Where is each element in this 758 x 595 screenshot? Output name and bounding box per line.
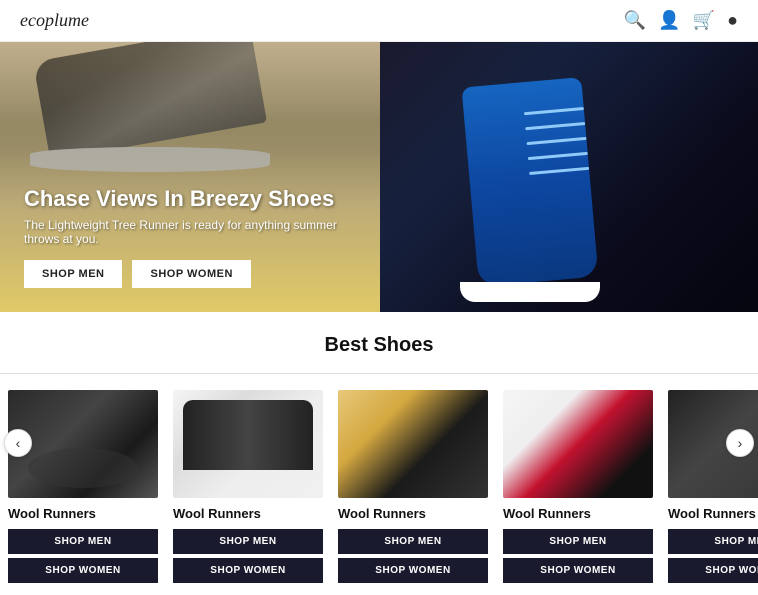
- blue-shoe-sole: [460, 282, 600, 302]
- header: ecoplume 🔍 👤 🛒 ●: [0, 0, 758, 42]
- product-card-3: Wool Runners SHOP MEN SHOP WOMEN: [330, 390, 495, 595]
- product-image-2: [173, 390, 323, 498]
- lace-5: [529, 167, 589, 175]
- menu-icon[interactable]: ●: [727, 10, 738, 31]
- product-4-shop-men-button[interactable]: SHOP MEN: [503, 529, 653, 554]
- product-name-2: Wool Runners: [173, 506, 322, 521]
- products-section: ‹ Wool Runners SHOP MEN SHOP WOMEN Wool …: [0, 374, 758, 595]
- product-card-4: Wool Runners SHOP MEN SHOP WOMEN: [495, 390, 660, 595]
- header-icons: 🔍 👤 🛒 ●: [624, 10, 738, 31]
- product-name-3: Wool Runners: [338, 506, 487, 521]
- product-name-1: Wool Runners: [8, 506, 157, 521]
- lace-1: [524, 107, 584, 115]
- lace-3: [527, 137, 587, 145]
- hero-right: [380, 42, 758, 312]
- section-title: Best Shoes: [0, 334, 758, 357]
- hero-right-shoe: [440, 62, 640, 312]
- carousel-prev-button[interactable]: ‹: [4, 429, 32, 457]
- logo: ecoplume: [20, 10, 89, 31]
- lace-4: [528, 152, 588, 160]
- product-2-shop-men-button[interactable]: SHOP MEN: [173, 529, 323, 554]
- product-card-2: Wool Runners SHOP MEN SHOP WOMEN: [165, 390, 330, 595]
- product-image-3: [338, 390, 488, 498]
- hero-title: Chase Views In Breezy Shoes: [24, 186, 356, 212]
- product-1-shop-men-button[interactable]: SHOP MEN: [8, 529, 158, 554]
- hero-section: Chase Views In Breezy Shoes The Lightwei…: [0, 42, 758, 312]
- shoe-visual-3: [338, 390, 488, 498]
- cart-icon[interactable]: 🛒: [693, 10, 715, 31]
- blue-shoe-body: [462, 77, 599, 287]
- lace-2: [525, 122, 585, 130]
- hero-left: Chase Views In Breezy Shoes The Lightwei…: [0, 42, 380, 312]
- product-card-1: Wool Runners SHOP MEN SHOP WOMEN: [0, 390, 165, 595]
- section-title-wrap: Best Shoes: [0, 312, 758, 374]
- product-image-4: [503, 390, 653, 498]
- shoe-visual-4: [503, 390, 653, 498]
- hero-subtitle: The Lightweight Tree Runner is ready for…: [24, 218, 356, 246]
- search-icon[interactable]: 🔍: [624, 10, 646, 31]
- carousel-next-button[interactable]: ›: [726, 429, 754, 457]
- product-3-shop-men-button[interactable]: SHOP MEN: [338, 529, 488, 554]
- user-icon[interactable]: 👤: [658, 10, 680, 31]
- shoe-laces: [524, 107, 594, 232]
- hero-shop-men-button[interactable]: SHOP MEN: [24, 260, 122, 288]
- shoe-visual-2: [173, 390, 323, 498]
- hero-content: Chase Views In Breezy Shoes The Lightwei…: [24, 186, 356, 288]
- products-list: Wool Runners SHOP MEN SHOP WOMEN Wool Ru…: [0, 390, 758, 595]
- product-name-5: Wool Runners: [668, 506, 758, 521]
- hero-buttons: SHOP MEN SHOP WOMEN: [24, 260, 356, 288]
- product-card-5: Wool Runners SHOP MEN SHOP WOMEN: [660, 390, 758, 595]
- product-5-shop-men-button[interactable]: SHOP MEN: [668, 529, 758, 554]
- product-name-4: Wool Runners: [503, 506, 652, 521]
- hero-shop-women-button[interactable]: SHOP WOMEN: [132, 260, 250, 288]
